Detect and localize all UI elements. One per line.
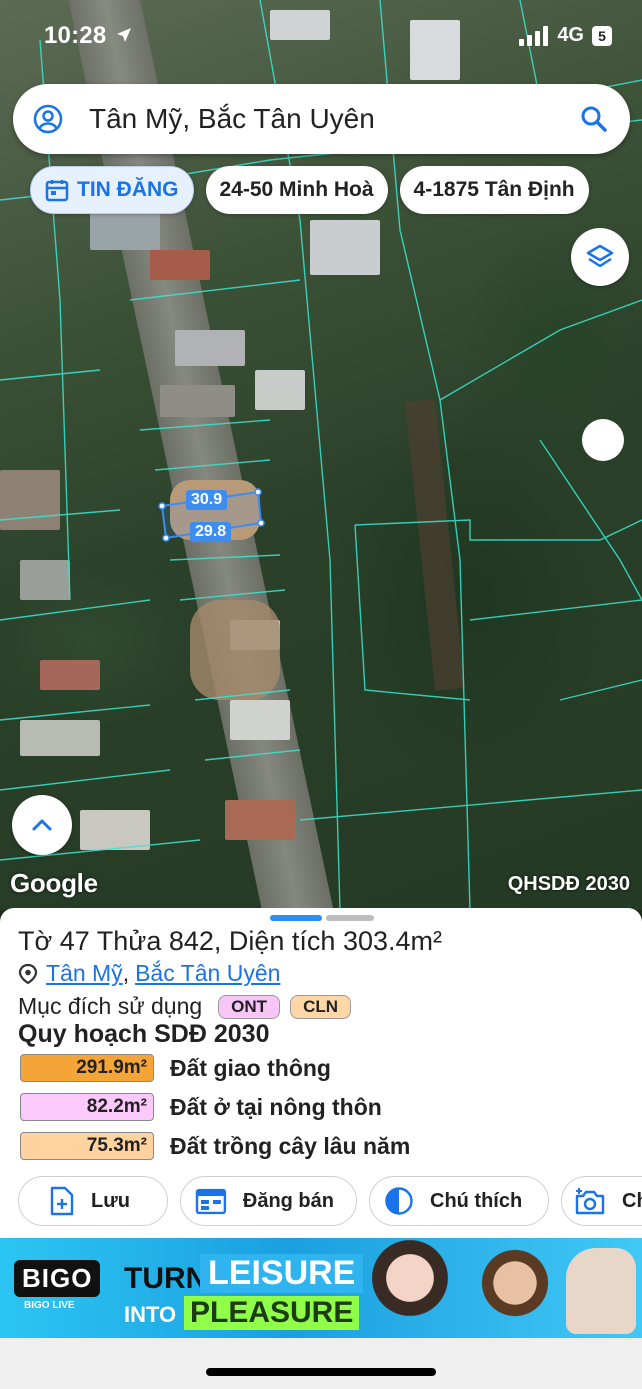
expand-up-button[interactable] bbox=[12, 795, 72, 855]
half-circle-icon bbox=[385, 1187, 413, 1215]
purpose-tag-cln[interactable]: CLN bbox=[290, 994, 352, 1019]
chip-listings[interactable]: TIN ĐĂNG bbox=[30, 166, 194, 214]
map-side-handle[interactable] bbox=[582, 419, 624, 461]
calendar-icon bbox=[45, 180, 69, 202]
ad-brand: BIGO bbox=[14, 1260, 101, 1297]
search-query[interactable]: Tân Mỹ, Bắc Tân Uyên bbox=[89, 103, 580, 135]
listing-icon bbox=[195, 1188, 227, 1215]
plan-name: Đất giao thông bbox=[170, 1054, 331, 1081]
add-photo-label: Ch bbox=[622, 1189, 642, 1212]
layers-icon bbox=[586, 244, 614, 268]
location-arrow-icon bbox=[117, 28, 132, 42]
home-indicator-area bbox=[0, 1338, 642, 1389]
layer-label: QHSDĐ 2030 bbox=[507, 873, 630, 895]
purpose-tag-ont[interactable]: ONT bbox=[218, 994, 281, 1019]
plan-row-transport: 291.9m² Đất giao thông bbox=[20, 1054, 331, 1082]
plan-row-rural-residential: 82.2m² Đất ở tại nông thôn bbox=[20, 1093, 382, 1121]
network-label: 4G bbox=[557, 24, 584, 46]
status-time-text: 10:28 bbox=[44, 22, 107, 49]
add-photo-button[interactable]: Ch bbox=[561, 1176, 642, 1226]
commune-link[interactable]: Tân Mỹ bbox=[46, 960, 123, 987]
status-right: 4G 5 bbox=[519, 24, 612, 47]
chip-recent-1[interactable]: 24-50 Minh Hoà bbox=[205, 166, 388, 214]
filter-chips: TIN ĐĂNG 24-50 Minh Hoà 4-1875 Tân Định bbox=[30, 166, 589, 214]
thumbs-up-image bbox=[566, 1248, 636, 1334]
ad-into: INTO bbox=[124, 1302, 177, 1327]
ad-turn: TURN bbox=[124, 1262, 208, 1295]
legend-button[interactable]: Chú thích bbox=[369, 1176, 549, 1226]
chip-label: TIN ĐĂNG bbox=[77, 178, 179, 201]
battery-badge: 5 bbox=[592, 25, 612, 46]
chip-recent-2[interactable]: 4-1875 Tân Định bbox=[399, 166, 589, 214]
layers-button[interactable] bbox=[571, 228, 629, 286]
camera-add-icon bbox=[575, 1188, 605, 1215]
location-separator: , bbox=[122, 960, 130, 986]
ad-pleasure: PLEASURE bbox=[184, 1296, 360, 1330]
parcel-title: Tờ 47 Thửa 842, Diện tích 303.4m² bbox=[18, 926, 442, 956]
plan-area: 291.9m² bbox=[20, 1054, 154, 1082]
google-attribution: Google bbox=[10, 868, 98, 898]
file-add-icon bbox=[50, 1186, 74, 1216]
plan-name: Đất ở tại nông thôn bbox=[170, 1093, 382, 1120]
user-icon[interactable] bbox=[33, 104, 63, 134]
ad-leisure: LEISURE bbox=[200, 1254, 364, 1293]
post-sale-button[interactable]: Đăng bán bbox=[180, 1176, 357, 1226]
action-bar: Lưu Đăng bán Chú thích C bbox=[18, 1176, 642, 1226]
chevron-up-icon bbox=[32, 819, 52, 831]
ad-person-image bbox=[360, 1238, 460, 1338]
ad-brand-sub: BIGO LIVE bbox=[24, 1300, 75, 1311]
home-indicator[interactable] bbox=[206, 1368, 436, 1376]
plan-title: Quy hoạch SDĐ 2030 bbox=[18, 1020, 270, 1048]
measure-label-top: 30.9 bbox=[186, 490, 228, 510]
handle-inactive bbox=[326, 915, 374, 921]
purpose-label: Mục đích sử dụng bbox=[18, 993, 203, 1019]
location-pin-icon bbox=[18, 963, 38, 984]
plan-name: Đất trồng cây lâu năm bbox=[170, 1132, 411, 1159]
handle-active bbox=[270, 915, 322, 921]
district-link[interactable]: Bắc Tân Uyên bbox=[135, 960, 280, 987]
ad-banner[interactable]: BIGO BIGO LIVE TURN INTO LEISURE PLEASUR… bbox=[0, 1238, 642, 1338]
land-use-purpose: Mục đích sử dụng ONT CLN bbox=[18, 993, 352, 1020]
status-time: 10:28 bbox=[44, 22, 133, 50]
save-label: Lưu bbox=[91, 1189, 130, 1212]
measure-label-bottom: 29.8 bbox=[190, 522, 232, 542]
search-bar[interactable]: Tân Mỹ, Bắc Tân Uyên bbox=[13, 84, 630, 154]
plan-area: 75.3m² bbox=[20, 1132, 154, 1160]
signal-icon bbox=[519, 25, 549, 46]
ad-person-image bbox=[470, 1238, 560, 1338]
parcel-sheet: Tờ 47 Thửa 842, Diện tích 303.4m² Tân Mỹ… bbox=[0, 908, 642, 1238]
legend-label: Chú thích bbox=[430, 1189, 523, 1212]
parcel-location: Tân Mỹ , Bắc Tân Uyên bbox=[18, 960, 280, 987]
plan-row-perennial-crops: 75.3m² Đất trồng cây lâu năm bbox=[20, 1132, 410, 1160]
plan-area: 82.2m² bbox=[20, 1093, 154, 1121]
save-button[interactable]: Lưu bbox=[18, 1176, 168, 1226]
search-icon[interactable] bbox=[580, 105, 608, 133]
post-sale-label: Đăng bán bbox=[242, 1189, 334, 1212]
sheet-handle[interactable] bbox=[270, 915, 374, 921]
status-bar: 10:28 4G 5 bbox=[0, 0, 642, 72]
